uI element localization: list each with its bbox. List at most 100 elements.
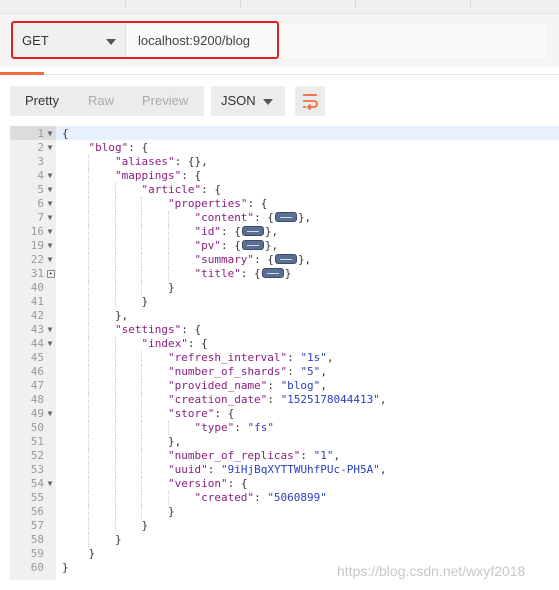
line-number: 46 — [30, 365, 44, 378]
line-number: 43 — [30, 323, 44, 336]
json-key: "store" — [167, 407, 215, 420]
code-text: "properties": { — [62, 197, 267, 211]
code-text: "number_of_shards": "5", — [62, 365, 327, 379]
json-punct: , — [333, 449, 341, 462]
json-punct — [62, 169, 115, 182]
code-line: 41 } — [10, 295, 559, 309]
code-text: "number_of_replicas": "1", — [62, 449, 340, 463]
code-text: "type": "fs" — [62, 421, 274, 435]
response-toolbar: Pretty Raw Preview JSON — [0, 84, 559, 118]
collapsed-object-marker[interactable] — [274, 254, 297, 264]
tab-raw[interactable]: Raw — [88, 93, 114, 108]
fold-toggle-icon[interactable]: ▼ — [46, 141, 54, 155]
line-number: 41 — [30, 295, 44, 308]
collapsed-object-marker[interactable] — [241, 226, 264, 236]
collapsed-object-marker[interactable] — [274, 212, 297, 222]
json-key: "blog" — [88, 141, 129, 154]
json-key: "pv" — [194, 239, 221, 252]
code-text: "index": { — [62, 337, 208, 351]
json-punct — [62, 449, 168, 462]
code-text: "content": {}, — [62, 211, 311, 225]
code-text: "blog": { — [62, 141, 149, 155]
json-punct: : { — [187, 337, 208, 350]
fold-toggle-icon[interactable]: ▼ — [46, 127, 54, 141]
json-punct: } — [62, 505, 175, 518]
collapsed-object-marker[interactable] — [261, 268, 284, 278]
wrap-lines-icon — [303, 94, 318, 111]
response-body-editor[interactable]: 1 ▼{2 ▼ "blog": {3 "aliases": {}, 4 ▼ "mappi… — [10, 126, 559, 580]
format-label: JSON — [221, 93, 256, 108]
collapsed-object-marker[interactable] — [241, 240, 264, 250]
json-punct — [62, 225, 194, 238]
tab-pretty[interactable]: Pretty — [25, 93, 59, 108]
fold-toggle-icon[interactable]: ▼ — [46, 323, 54, 337]
json-key: "settings" — [114, 323, 182, 336]
json-punct: : { — [247, 197, 268, 210]
fold-toggle-icon[interactable]: ▼ — [46, 407, 54, 421]
json-punct — [62, 477, 168, 490]
code-line: 16 ▼ "id": {}, — [10, 225, 559, 239]
active-tab-indicator — [0, 72, 44, 75]
json-punct: : { — [181, 169, 202, 182]
code-line: 6 ▼ "properties": { — [10, 197, 559, 211]
json-punct — [62, 379, 168, 392]
code-line: 45 "refresh_interval": "1s", — [10, 351, 559, 365]
line-number: 4 — [37, 169, 44, 182]
divider — [0, 74, 559, 75]
json-punct: : { — [220, 225, 241, 238]
code-line: 31 ▸ "title": {} — [10, 267, 559, 281]
json-punct: } — [62, 281, 175, 294]
fold-toggle-icon[interactable]: ▼ — [46, 337, 54, 351]
code-text: "created": "5060899" — [62, 491, 326, 505]
line-number: 2 — [37, 141, 44, 154]
code-text: } — [62, 533, 122, 547]
code-line: 47 "provided_name": "blog", — [10, 379, 559, 393]
fold-toggle-icon[interactable]: ▼ — [46, 225, 54, 239]
fold-toggle-icon[interactable]: ▼ — [46, 253, 54, 267]
json-punct — [62, 421, 194, 434]
code-lines: 1 ▼{2 ▼ "blog": {3 "aliases": {}, 4 ▼ "mappi… — [10, 127, 559, 575]
code-line: 56 } — [10, 505, 559, 519]
json-key: "index" — [141, 337, 188, 350]
fold-toggle-icon[interactable]: ▼ — [46, 211, 54, 225]
code-line: 46 "number_of_shards": "5", — [10, 365, 559, 379]
wrap-lines-button[interactable] — [295, 86, 325, 116]
fold-expand-icon[interactable]: ▸ — [47, 270, 55, 278]
fold-toggle-icon[interactable]: ▼ — [46, 477, 54, 491]
code-text: } — [62, 505, 175, 519]
json-punct — [62, 267, 194, 280]
tab-preview[interactable]: Preview — [142, 93, 188, 108]
line-number: 52 — [30, 449, 44, 462]
code-text: }, — [62, 309, 128, 323]
fold-toggle-icon[interactable]: ▼ — [46, 239, 54, 253]
line-number: 58 — [30, 533, 44, 546]
json-key: "version" — [167, 477, 228, 490]
json-punct — [62, 463, 168, 476]
json-punct: { — [62, 127, 69, 140]
json-punct: : — [267, 393, 281, 406]
json-string: "1s" — [300, 351, 327, 364]
json-punct: : — [207, 463, 221, 476]
code-line: 7 ▼ "content": {}, — [10, 211, 559, 225]
json-string: "1525178044413" — [280, 393, 380, 406]
json-string: "1" — [313, 449, 334, 462]
code-text: } — [62, 519, 148, 533]
line-number: 31 — [30, 267, 44, 280]
json-punct: } — [62, 295, 149, 308]
format-select[interactable]: JSON — [211, 86, 285, 116]
json-punct: }, — [264, 225, 279, 238]
json-key: "number_of_shards" — [167, 365, 288, 378]
code-line: 22 ▼ "summary": {}, — [10, 253, 559, 267]
tab-separator — [125, 0, 126, 8]
fold-toggle-icon[interactable]: ▼ — [46, 183, 54, 197]
fold-toggle-icon[interactable]: ▼ — [46, 197, 54, 211]
fold-toggle-icon[interactable]: ▼ — [46, 169, 54, 183]
json-punct: , — [320, 379, 327, 392]
code-line: 50 "type": "fs" — [10, 421, 559, 435]
json-key: "uuid" — [167, 463, 208, 476]
json-punct: }, — [264, 239, 279, 252]
code-line: 52 "number_of_replicas": "1", — [10, 449, 559, 463]
json-punct — [62, 183, 141, 196]
json-punct: : — [234, 421, 248, 434]
line-number: 44 — [30, 337, 44, 350]
